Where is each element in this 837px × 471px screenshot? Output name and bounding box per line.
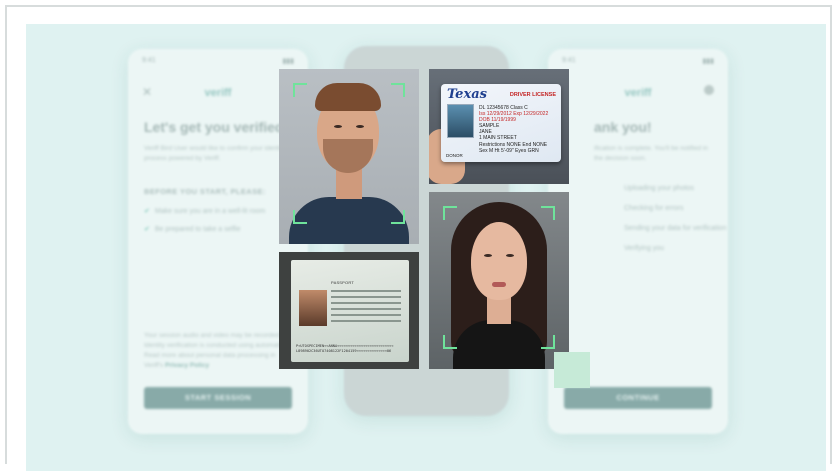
license-line: Sex M Ht 5'-09" Eyes GRN [479, 148, 539, 154]
checklist-item: ✔ Be prepared to take a selfie [144, 225, 241, 233]
man-beard [323, 139, 373, 173]
eye [484, 254, 492, 257]
man-hair [315, 83, 381, 111]
accent-square [554, 352, 590, 388]
progress-step: Checking for errors [624, 205, 684, 212]
woman-face [471, 222, 527, 300]
scan-corner [541, 335, 555, 349]
passport-mrz: P<UTOSPECIMEN<<ANNA<<<<<<<<<<<<<<<<<<<<<… [296, 344, 393, 354]
status-time: 9:41 [562, 57, 576, 64]
intro-text: Veriff Bird User would like to confirm y… [144, 145, 292, 162]
checklist-item-label: Make sure you are in a well-lit room [154, 208, 266, 215]
signal-icon: ▮▮▮ [282, 58, 294, 65]
progress-step: Sending your data for verification [624, 225, 727, 232]
brand-name: veriff [624, 87, 652, 99]
scan-corner [391, 83, 405, 97]
passport-header: PASSPORT [331, 280, 355, 285]
eye [356, 125, 364, 128]
privacy-policy-link[interactable]: Privacy Policy [165, 362, 209, 369]
passport-photo: PASSPORT P<UTOSPECIMEN<<ANNA<<<<<<<<<<<<… [279, 252, 419, 369]
passport-page: PASSPORT P<UTOSPECIMEN<<ANNA<<<<<<<<<<<<… [291, 260, 409, 362]
check-icon: ✔ [144, 208, 150, 215]
gear-icon[interactable] [704, 85, 714, 95]
passport-fields [331, 290, 401, 326]
mrz-line: L898902C36UTO7408122F1204159<<<<<<<<<<<<… [296, 349, 392, 353]
license-type: DRIVER LICENSE [509, 92, 556, 98]
page-title: ank you! [594, 119, 652, 135]
woman-lips [492, 282, 506, 287]
signal-icon: ▮▮▮ [702, 58, 714, 65]
scan-corner [391, 210, 405, 224]
status-bar: 9:41 ▮▮▮ [562, 57, 714, 65]
status-time: 9:41 [142, 57, 156, 64]
selfie-man-photo [279, 69, 419, 244]
progress-step: Uploading your photos [624, 185, 695, 192]
checklist-item: ✔ Make sure you are in a well-lit room [144, 207, 265, 215]
content-frame: 9:41 ▮▮▮ ✕ veriff Let's get you verified… [5, 5, 832, 471]
scan-corner [293, 210, 307, 224]
brand-name: veriff [204, 87, 232, 99]
privacy-notice: Your session audio and video may be reco… [144, 331, 292, 371]
scan-corner [443, 206, 457, 220]
license-state: Texas [447, 87, 487, 102]
veriff-logo: veriff [548, 87, 728, 99]
intro-text: ification is complete. You'll be notifie… [594, 145, 708, 162]
eye [334, 125, 342, 128]
progress-step: Verifying you [624, 245, 665, 252]
passport-portrait [299, 290, 327, 326]
driver-license-photo: Texas DRIVER LICENSE DL 12345678 Class C… [429, 69, 569, 184]
checklist-heading: BEFORE YOU START, PLEASE: [144, 187, 266, 196]
continue-button[interactable]: CONTINUE [564, 387, 712, 409]
selfie-woman-photo [429, 192, 569, 369]
license-footer: DONOR [446, 153, 463, 158]
scan-corner [293, 83, 307, 97]
eye [506, 254, 514, 257]
license-line: 1 MAIN STREET [479, 135, 517, 141]
page-title: Let's get you verified! [144, 119, 289, 135]
start-session-button[interactable]: START SESSION [144, 387, 292, 409]
license-portrait [447, 104, 474, 138]
checklist-item-label: Be prepared to take a selfie [154, 226, 241, 233]
hero-illustration: 9:41 ▮▮▮ ✕ veriff Let's get you verified… [26, 24, 826, 471]
status-bar: 9:41 ▮▮▮ [142, 57, 294, 65]
scan-corner [541, 206, 555, 220]
check-icon: ✔ [144, 226, 150, 233]
license-card: Texas DRIVER LICENSE DL 12345678 Class C… [441, 84, 561, 162]
scan-corner [443, 335, 457, 349]
